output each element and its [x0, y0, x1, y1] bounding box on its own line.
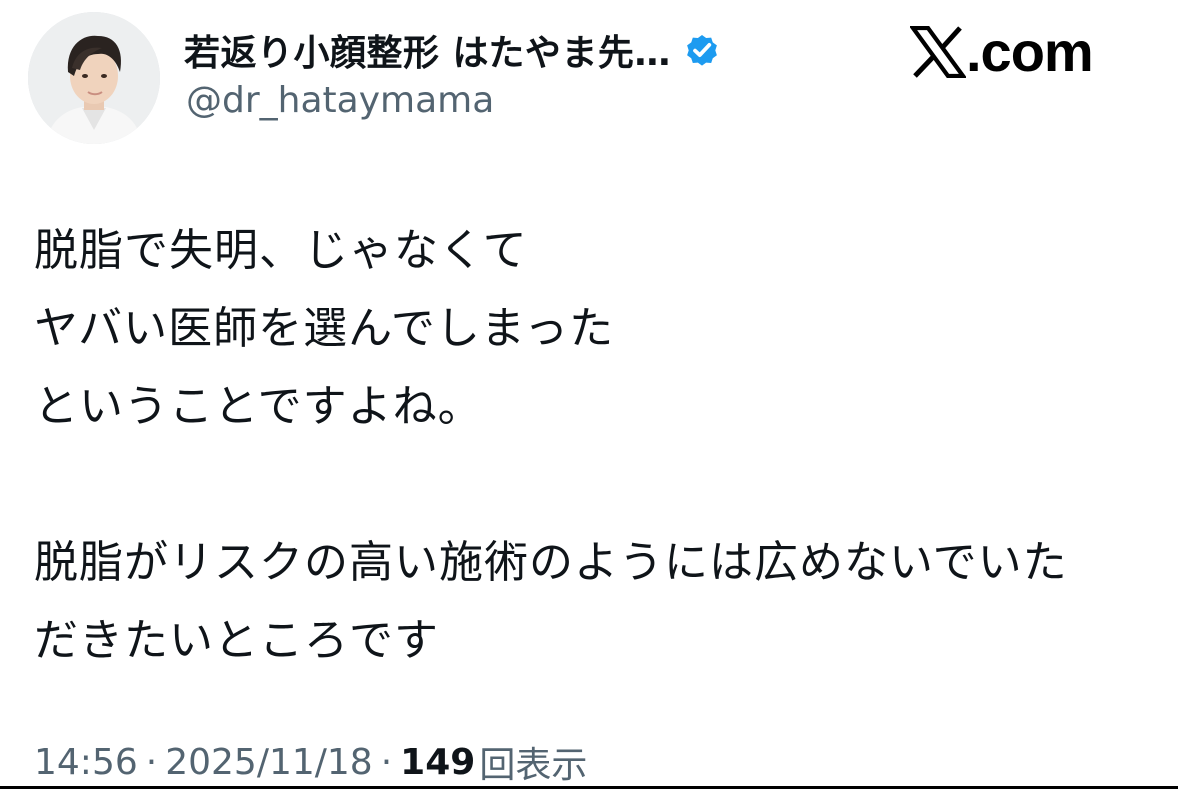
meta-separator: ·	[380, 741, 393, 783]
tweet-text-line: ヤバい医師を選んでしまった	[34, 303, 615, 354]
author-handle[interactable]: @dr_hataymama	[186, 80, 494, 121]
author-name-row[interactable]: 若返り小顔整形 はたやま先…	[184, 26, 721, 74]
avatar[interactable]	[28, 12, 160, 144]
tweet-text-line: ということですよね。	[34, 381, 483, 432]
x-com-domain-text: .com	[966, 20, 1094, 83]
avatar-image	[28, 12, 160, 144]
x-logo-icon	[910, 26, 966, 78]
tweet-meta: 14:56 · 2025/11/18 · 149 回表示	[34, 736, 587, 788]
views-count[interactable]: 149	[400, 742, 475, 783]
x-com-branding: .com	[910, 20, 1094, 83]
tweet-date[interactable]: 2025/11/18	[165, 742, 373, 783]
tweet-text-line: 脱脂で失明、じゃなくて	[34, 225, 528, 276]
tweet-text-line: だきたいところです	[34, 615, 439, 666]
views-label[interactable]: 回表示	[479, 736, 587, 788]
tweet-text-line: 脱脂がリスクの高い施術のようには広めないでいた	[34, 537, 1068, 588]
bottom-divider	[0, 786, 1178, 789]
tweet-card: 若返り小顔整形 はたやま先… @dr_hataymama .com 脱脂で失明、…	[0, 0, 1178, 790]
tweet-time[interactable]: 14:56	[34, 742, 138, 783]
tweet-text: 脱脂で失明、じゃなくて ヤバい医師を選んでしまった ということですよね。 脱脂が…	[34, 212, 1144, 680]
author-display-name[interactable]: 若返り小顔整形 はたやま先…	[184, 24, 671, 76]
verified-badge-icon	[683, 31, 721, 69]
tweet-paragraph-break	[34, 446, 1144, 524]
meta-separator: ·	[145, 741, 158, 783]
